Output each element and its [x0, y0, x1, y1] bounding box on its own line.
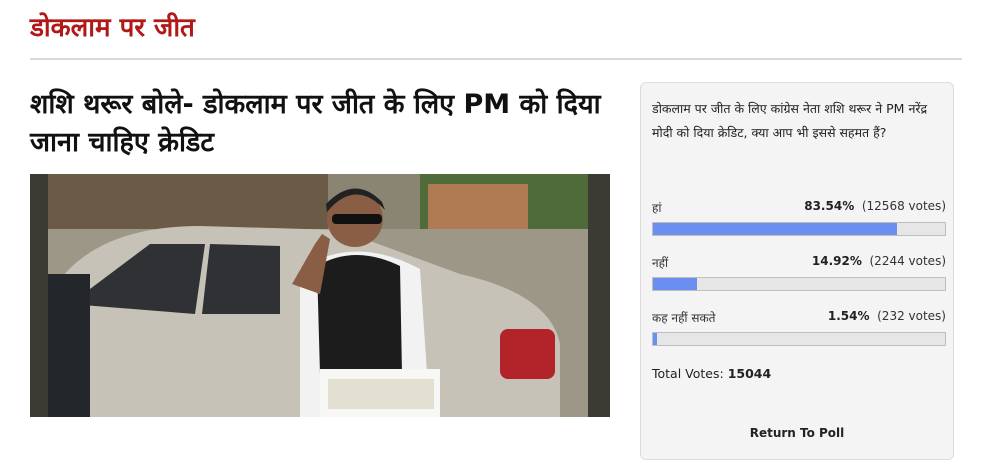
poll-question: डोकलाम पर जीत के लिए कांग्रेस नेता शशि थ… — [652, 101, 928, 140]
poll-option-label: नहीं — [652, 256, 669, 270]
poll-option-percent: 83.54% — [804, 199, 855, 213]
poll-total-value: 15044 — [727, 366, 772, 381]
poll-option: कह नहीं सकते 1.54% (232 votes) — [652, 309, 946, 346]
poll-result-bar-fill — [653, 333, 658, 345]
poll-option-votes: (232 votes) — [877, 309, 946, 323]
section-divider — [30, 58, 962, 60]
poll-option: नहीं 14.92% (2244 votes) — [652, 254, 946, 291]
poll-option-percent: 1.54% — [827, 309, 870, 323]
poll-option-result: 1.54% (232 votes) — [828, 309, 946, 323]
poll-option-result: 83.54% (12568 votes) — [804, 199, 946, 213]
section-title[interactable]: डोकलाम पर जीत — [30, 8, 195, 44]
poll-result-bar — [652, 277, 946, 291]
poll-total-label: Total Votes: — [652, 366, 724, 381]
poll-result-bar-fill — [653, 223, 897, 235]
article-headline[interactable]: शशि थरूर बोले- डोकलाम पर जीत के लिए PM क… — [30, 86, 610, 162]
poll-result-bar-fill — [653, 278, 697, 290]
poll-option-percent: 14.92% — [811, 254, 862, 268]
poll-total-votes: Total Votes: 15044 — [652, 366, 771, 381]
poll-option-label: हां — [652, 201, 662, 215]
poll-option: हां 83.54% (12568 votes) — [652, 199, 946, 236]
poll-widget: डोकलाम पर जीत के लिए कांग्रेस नेता शशि थ… — [640, 82, 954, 460]
article-photo[interactable] — [30, 174, 610, 417]
poll-option-votes: (12568 votes) — [861, 199, 946, 213]
return-to-poll-button[interactable]: Return To Poll — [641, 426, 953, 440]
poll-result-bar — [652, 222, 946, 236]
poll-option-result: 14.92% (2244 votes) — [812, 254, 946, 268]
poll-option-label: कह नहीं सकते — [652, 311, 716, 325]
poll-option-votes: (2244 votes) — [869, 254, 947, 268]
poll-result-bar — [652, 332, 946, 346]
